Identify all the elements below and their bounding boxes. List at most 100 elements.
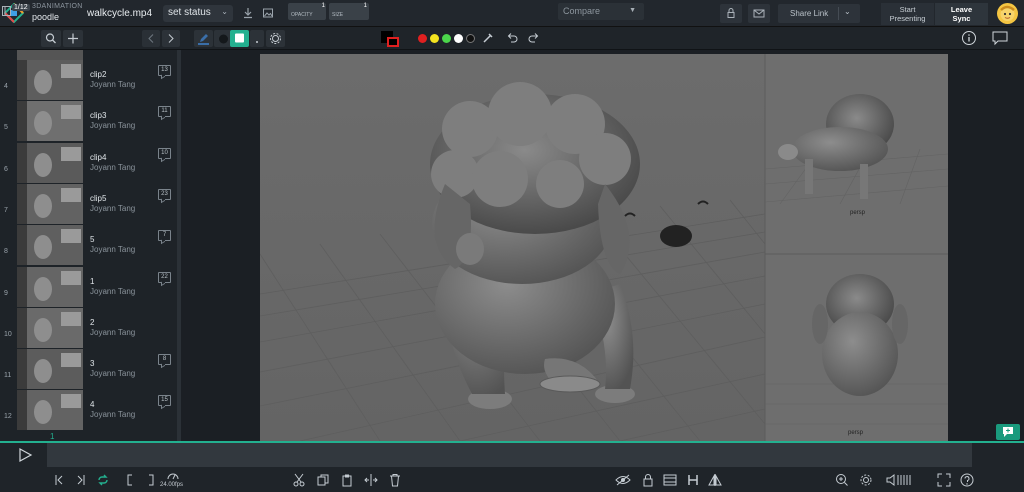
clip-index: 8 xyxy=(4,248,8,256)
size-control[interactable]: SIZE 1 xyxy=(329,3,369,20)
download-icon[interactable] xyxy=(242,7,254,19)
play-icon[interactable] xyxy=(17,447,33,463)
lock-button[interactable] xyxy=(720,4,742,23)
step-back-icon[interactable] xyxy=(52,473,66,487)
add-comment-button[interactable] xyxy=(996,424,1020,440)
help-icon[interactable] xyxy=(960,473,974,487)
opacity-control[interactable]: OPACITY 1 xyxy=(288,3,326,20)
clip-name: 1 xyxy=(90,276,95,286)
volume-icon[interactable] xyxy=(886,473,912,487)
eraser-tool-button[interactable] xyxy=(230,30,249,47)
color-swatch-picker[interactable] xyxy=(380,30,402,48)
flip-horizontal-icon[interactable] xyxy=(686,473,700,487)
clip-name: 5 xyxy=(90,235,95,245)
clip-name: 4 xyxy=(90,400,95,410)
caret-down-icon: ▼ xyxy=(629,7,636,14)
leave-sync-button[interactable]: Leave Sync xyxy=(935,3,988,25)
comment-count-badge[interactable]: 15 xyxy=(158,395,171,407)
cut-icon[interactable] xyxy=(292,473,306,487)
clip-name: clip3 xyxy=(90,111,107,121)
list-item[interactable]: 12 4 Joyann Tang 15 xyxy=(0,389,177,431)
fps-label: 24.00fps xyxy=(160,482,184,488)
share-link-button[interactable]: Share Link ⌄ xyxy=(778,4,860,23)
add-button[interactable] xyxy=(63,30,83,47)
list-item[interactable]: 8 5 Joyann Tang 7 xyxy=(0,224,177,266)
comments-panel-icon[interactable] xyxy=(991,30,1009,46)
mail-button[interactable] xyxy=(748,4,770,23)
list-item[interactable]: 5 clip3 Joyann Tang 11 xyxy=(0,100,177,142)
file-name[interactable]: walkcycle.mp4 xyxy=(87,8,152,19)
present-label-line1: Start xyxy=(899,5,916,14)
color-white[interactable] xyxy=(454,34,463,43)
pen-tool-button[interactable] xyxy=(194,30,213,47)
project-name[interactable]: poodle xyxy=(32,12,59,22)
start-presenting-button[interactable]: Start Presenting xyxy=(881,3,934,25)
in-point-icon[interactable] xyxy=(123,473,137,487)
safe-frame-icon[interactable] xyxy=(663,473,677,487)
comment-count-badge[interactable]: 10 xyxy=(158,147,171,159)
video-viewport[interactable]: persp persp xyxy=(260,54,948,441)
comment-count-badge[interactable]: 7 xyxy=(158,230,171,242)
comment-count-badge[interactable]: 13 xyxy=(158,65,171,76)
clip-index: 11 xyxy=(4,372,12,380)
list-item[interactable]: 9 1 Joyann Tang 22 xyxy=(0,266,177,308)
list-item[interactable]: 10 2 Joyann Tang xyxy=(0,307,177,349)
lock-icon[interactable] xyxy=(641,473,655,487)
share-link-label: Share Link xyxy=(790,9,829,18)
camera-label: persp xyxy=(850,210,866,216)
clip-author: Joyann Tang xyxy=(90,369,136,379)
zoom-fit-icon[interactable] xyxy=(835,473,849,487)
org-name: 3DANIMATION xyxy=(32,3,83,10)
fullscreen-icon[interactable] xyxy=(937,473,951,487)
color-green[interactable] xyxy=(442,34,451,43)
clip-name: clip2 xyxy=(90,70,107,79)
clip-thumbnail xyxy=(17,60,83,100)
timeline-track[interactable] xyxy=(47,443,972,467)
info-icon[interactable] xyxy=(961,30,977,46)
sidebar-toggle[interactable]: 1/12 xyxy=(2,3,35,19)
page-indicator: 1/12 xyxy=(12,4,30,11)
copy-icon[interactable] xyxy=(316,473,330,487)
comment-count-badge[interactable]: 11 xyxy=(158,106,171,118)
search-button[interactable] xyxy=(41,30,61,47)
loop-icon[interactable] xyxy=(96,473,110,487)
clip-index: 9 xyxy=(4,289,8,297)
eyedropper-icon[interactable] xyxy=(481,31,495,45)
current-frame: 1 xyxy=(50,432,55,441)
list-item[interactable]: 6 clip4 Joyann Tang 10 xyxy=(0,142,177,184)
settings-tool-button[interactable] xyxy=(266,30,285,47)
hide-annotations-icon[interactable] xyxy=(615,473,631,487)
clip-thumbnail xyxy=(17,183,83,224)
gear-icon[interactable] xyxy=(859,473,873,487)
color-red[interactable] xyxy=(418,34,427,43)
mirror-icon[interactable] xyxy=(708,473,722,487)
comment-count-badge[interactable]: 22 xyxy=(158,271,171,283)
list-item[interactable]: 4 clip2 Joyann Tang 13 xyxy=(0,59,177,101)
compare-dropdown[interactable]: Compare ▼ xyxy=(558,3,644,20)
next-clip-button[interactable] xyxy=(162,30,180,47)
out-point-icon[interactable] xyxy=(144,473,158,487)
clip-index: 5 xyxy=(4,124,8,132)
image-icon[interactable] xyxy=(262,7,274,19)
clip-author: Joyann Tang xyxy=(90,80,136,89)
list-item[interactable]: 11 3 Joyann Tang 8 xyxy=(0,348,177,390)
split-icon[interactable] xyxy=(364,473,378,487)
comment-count-badge[interactable]: 8 xyxy=(158,354,171,366)
status-dropdown[interactable]: set status ⌄ xyxy=(163,5,233,22)
undo-icon[interactable] xyxy=(505,31,519,45)
avatar[interactable] xyxy=(997,3,1018,24)
color-black[interactable] xyxy=(466,34,475,43)
clip-author: Joyann Tang xyxy=(90,245,136,255)
chevron-down-icon: ⌄ xyxy=(221,7,228,16)
redo-icon[interactable] xyxy=(527,31,541,45)
paste-icon[interactable] xyxy=(340,473,354,487)
color-yellow[interactable] xyxy=(430,34,439,43)
list-item[interactable]: 7 clip5 Joyann Tang 23 xyxy=(0,183,177,225)
text-tool-button[interactable] xyxy=(250,30,264,47)
compare-label: Compare xyxy=(563,6,601,16)
trash-icon[interactable] xyxy=(388,473,402,487)
prev-clip-button[interactable] xyxy=(142,30,160,47)
comment-count-badge[interactable]: 23 xyxy=(158,188,171,200)
step-forward-icon[interactable] xyxy=(74,473,88,487)
chevron-down-icon[interactable]: ⌄ xyxy=(844,7,851,16)
